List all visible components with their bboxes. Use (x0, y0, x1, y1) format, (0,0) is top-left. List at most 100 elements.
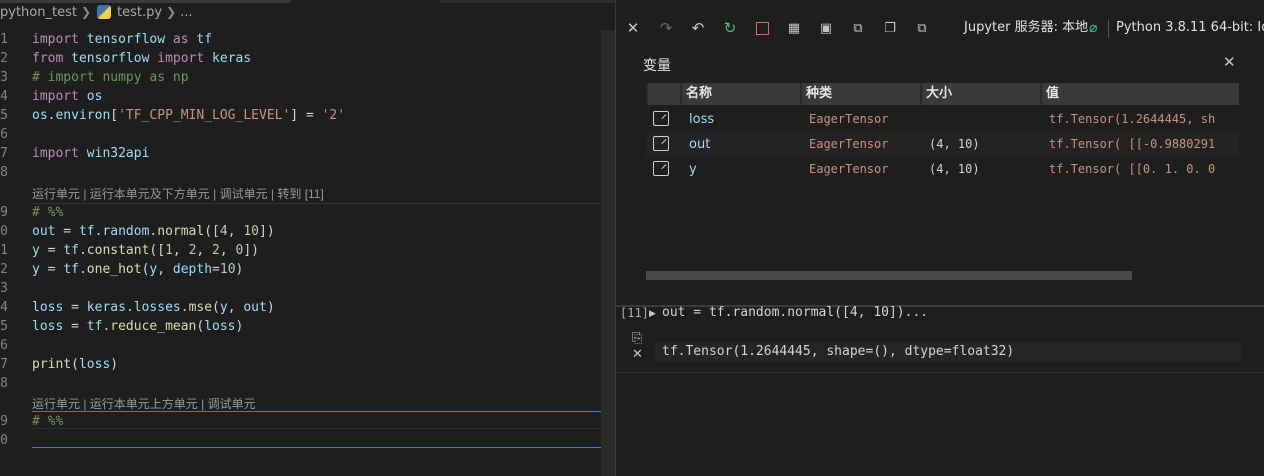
code-token: os (86, 89, 103, 104)
code-token: ([ (204, 224, 220, 239)
kernel-status-label[interactable]: Python 3.8.11 64-bit: Idle (1116, 14, 1264, 42)
code-token: tensorflow (71, 51, 150, 66)
code-token: ) (266, 300, 275, 315)
code-line[interactable]: 2 y = tf.one_hot(y, depth=10) (0, 260, 615, 279)
copy-to-clipboard-icon[interactable]: ⎘ (632, 331, 642, 346)
code-token: . (78, 262, 87, 277)
code-token: random (102, 224, 150, 239)
variable-value: tf.Tensor( [[0. 1. 0. 0 (1049, 162, 1216, 176)
code-token: tf (78, 224, 95, 239)
code-token: = (55, 224, 79, 239)
code-token: 'TF_CPP_MIN_LOG_LEVEL' (118, 108, 291, 123)
header-value[interactable]: 值 (1042, 83, 1239, 105)
line-number: 4 (0, 89, 8, 104)
line-number: 8 (0, 376, 8, 391)
code-line[interactable]: 1 y = tf.constant([1, 2, 2, 0]) (0, 241, 615, 260)
line-number: 0 (0, 224, 8, 239)
grid-icon[interactable]: ▦ (784, 14, 804, 42)
close-icon[interactable]: ✕ (1223, 53, 1236, 71)
code-line[interactable]: 7 print(loss) (0, 355, 615, 374)
jupyter-server-label[interactable]: Jupyter 服务器: 本地 (964, 14, 1088, 42)
variables-horizontal-scrollbar[interactable] (646, 271, 1132, 280)
code-token: = (39, 243, 64, 258)
code-token: = (63, 319, 87, 334)
breadcrumb-folder[interactable]: python_test (0, 5, 77, 20)
code-line[interactable]: 8 (0, 163, 615, 182)
variable-row[interactable]: loss EagerTensor tf.Tensor(1.2644445, sh (646, 107, 1239, 132)
cell-input-code[interactable]: out = tf.random.normal([4, 10])... (662, 305, 928, 320)
expand-caret-icon[interactable]: ▶ (649, 309, 656, 319)
code-line[interactable]: 4 import os (0, 87, 615, 106)
open-in-viewer-icon[interactable] (653, 161, 669, 176)
code-text: loss = tf.reduce_mean(loss) (32, 317, 243, 336)
restart-icon[interactable]: ↻ (720, 14, 740, 42)
open-in-viewer-icon[interactable] (653, 111, 669, 126)
header-open-column (648, 83, 680, 105)
line-number: 7 (0, 357, 8, 372)
close-icon[interactable]: ✕ (632, 347, 643, 362)
export-icon[interactable]: ⧉ (848, 14, 868, 42)
collapse-icon[interactable]: ⧉ (912, 14, 932, 42)
output-separator (616, 372, 1264, 373)
code-token: 4 (219, 224, 228, 239)
code-token: . (180, 300, 189, 315)
code-line[interactable]: 5 os.environ['TF_CPP_MIN_LOG_LEVEL'] = '2… (0, 106, 615, 125)
active-cell-bottom-border (32, 447, 615, 448)
code-line[interactable]: 4 loss = keras.losses.mse(y, out) (0, 298, 615, 317)
variable-row[interactable]: y EagerTensor (4, 10) tf.Tensor( [[0. 1.… (646, 157, 1239, 182)
toolbar-divider (1108, 20, 1109, 38)
line-number: 5 (0, 108, 8, 123)
code-token: ([ (149, 243, 166, 258)
variable-name: y (689, 162, 697, 177)
code-text: y = tf.constant([1, 2, 2, 0]) (32, 241, 259, 260)
code-line[interactable]: 2 from tensorflow import keras (0, 49, 615, 68)
code-line[interactable]: 7 import win32api (0, 144, 615, 163)
header-size[interactable]: 大小 (922, 83, 1040, 105)
code-line[interactable]: 0 out = tf.random.normal([4, 10]) (0, 222, 615, 241)
code-token: y (32, 243, 40, 258)
code-line[interactable]: 8 (0, 374, 615, 393)
code-line[interactable]: 1 import tensorflow as tf (0, 30, 615, 49)
line-number: 1 (0, 243, 8, 258)
header-type[interactable]: 种类 (802, 83, 920, 105)
code-text: y = tf.one_hot(y, depth=10) (32, 260, 243, 279)
code-line[interactable]: 6 (0, 336, 615, 355)
code-token: mse (188, 300, 213, 315)
code-token: keras (212, 51, 252, 66)
breadcrumb-file[interactable]: test.py (117, 5, 162, 20)
code-line[interactable]: 9 # %% (0, 203, 615, 222)
line-number: 4 (0, 300, 8, 315)
code-token: loss (32, 300, 64, 315)
header-name[interactable]: 名称 (682, 83, 800, 105)
code-token: print (32, 357, 72, 372)
copy-icon[interactable]: ❐ (880, 14, 900, 42)
chevron-right-icon: ❯ (80, 5, 92, 19)
editor-scrollbar[interactable] (601, 30, 615, 476)
code-token: # %% (32, 205, 64, 220)
code-token: ]) (243, 243, 260, 258)
code-line[interactable]: 6 (0, 125, 615, 144)
code-line[interactable]: 3 # import numpy as np (0, 68, 615, 87)
code-text: import tensorflow as tf (32, 30, 212, 49)
stop-icon[interactable] (752, 14, 772, 42)
code-token: ( (212, 300, 220, 315)
code-line[interactable]: 5 loss = tf.reduce_mean(loss) (0, 317, 615, 336)
variable-value: tf.Tensor( [[-0.9880291 (1049, 137, 1216, 151)
codelens-cell-actions[interactable]: 运行单元 | 运行本单元及下方单元 | 调试单元 | 转到 [11] (32, 185, 324, 202)
open-in-viewer-icon[interactable] (653, 136, 669, 151)
code-text: from tensorflow import keras (32, 49, 251, 68)
save-icon[interactable]: ▣ (816, 14, 836, 42)
line-number: 0 (0, 433, 8, 448)
codelens-cell-actions-active[interactable]: 运行单元 | 运行本单元上方单元 | 调试单元 (32, 395, 256, 412)
close-icon[interactable]: ✕ (623, 14, 643, 42)
code-token: from (32, 51, 64, 66)
code-token: reduce_mean (110, 319, 197, 334)
undo-icon[interactable]: ↶ (688, 14, 708, 42)
code-line[interactable]: 3 (0, 279, 615, 298)
redo-icon[interactable]: ↷ (656, 14, 676, 42)
breadcrumb-more[interactable]: ... (180, 5, 192, 20)
variable-row[interactable]: out EagerTensor (4, 10) tf.Tensor( [[-0.… (646, 132, 1239, 157)
code-editor[interactable]: python_test ❯ test.py ❯ ... 1 import tens… (0, 0, 615, 476)
